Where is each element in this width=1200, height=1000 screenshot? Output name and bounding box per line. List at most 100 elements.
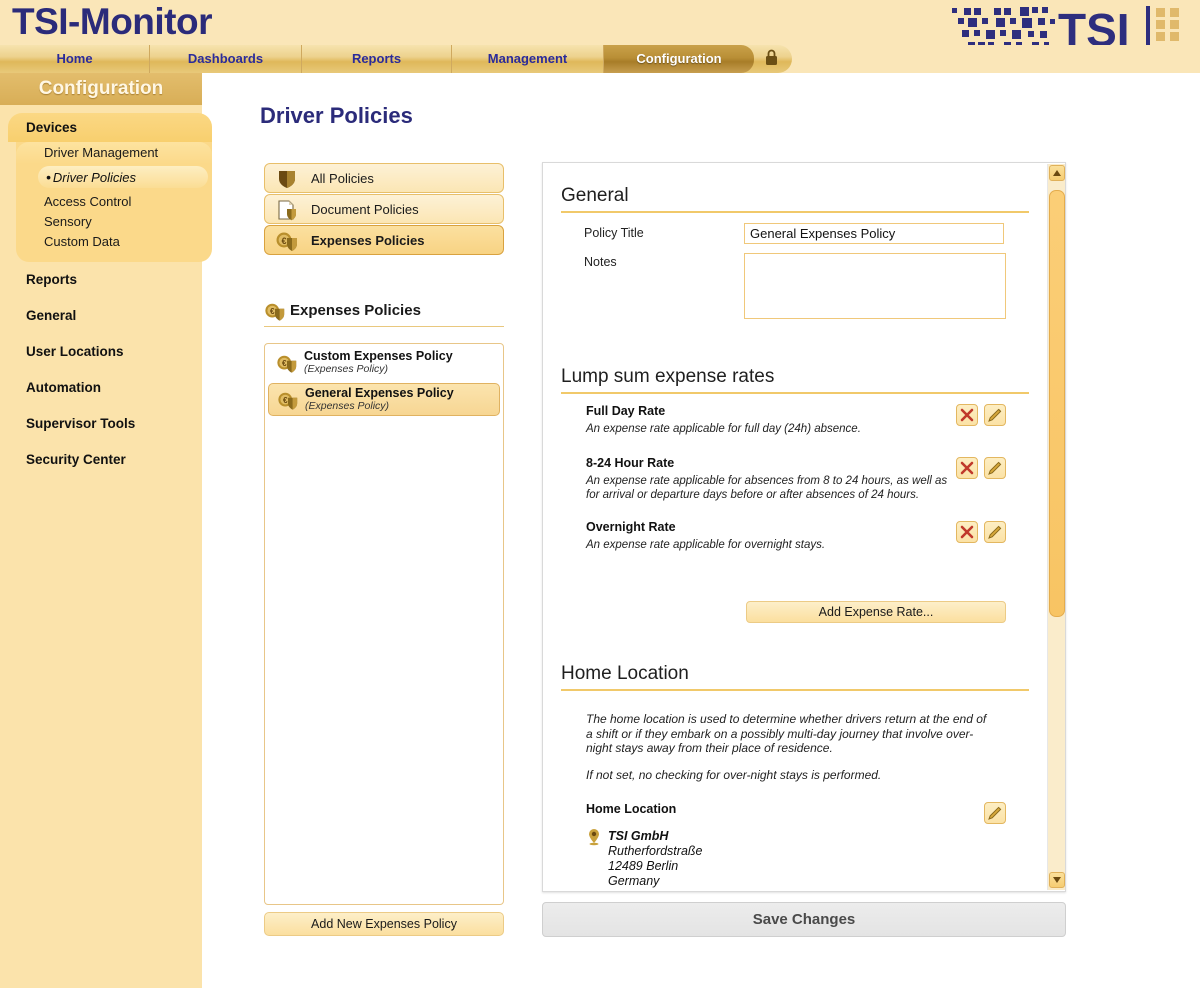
sidebar-group-devices: Devices Driver Management • Driver Polici… <box>8 113 212 262</box>
section-divider <box>561 689 1029 691</box>
lock-icon <box>752 45 792 73</box>
sidebar-item-user-locations[interactable]: User Locations <box>26 344 124 359</box>
rate-description: An expense rate applicable for overnight… <box>586 539 826 551</box>
tab-management[interactable]: Management <box>452 45 604 73</box>
expenses-shield-icon: € <box>278 392 298 410</box>
expenses-shield-icon: € <box>276 232 297 251</box>
list-item-subtitle: (Expenses Policy) <box>305 400 390 412</box>
selected-bullet-icon: • <box>46 169 51 185</box>
delete-rate-button[interactable] <box>956 521 978 543</box>
policy-type-expenses-policies-label: Expenses Policies <box>311 233 425 248</box>
main-navigation: Home Dashboards Reports Management Confi… <box>0 45 1200 73</box>
list-item-name: Custom Expenses Policy <box>304 349 453 363</box>
edit-pencil-icon <box>988 408 1002 422</box>
policy-title-input[interactable] <box>744 223 1004 244</box>
delete-x-icon <box>960 525 974 539</box>
sidebar-item-automation[interactable]: Automation <box>26 380 101 395</box>
home-location-name: TSI GmbH <box>608 829 669 843</box>
edit-rate-button[interactable] <box>984 457 1006 479</box>
rate-name: Full Day Rate <box>586 404 666 418</box>
svg-text:€: € <box>281 236 286 246</box>
scrollbar-thumb[interactable] <box>1049 190 1065 617</box>
section-divider <box>561 392 1029 394</box>
policy-type-all-policies-label: All Policies <box>311 171 374 186</box>
chevron-up-icon <box>1053 170 1061 176</box>
map-pin-icon <box>589 829 599 846</box>
tab-dashboards[interactable]: Dashboards <box>150 45 302 73</box>
save-changes-button[interactable]: Save Changes <box>542 902 1066 937</box>
heading-divider <box>264 326 504 327</box>
sidebar-item-driver-policies-label: Driver Policies <box>52 170 136 185</box>
rate-description: An expense rate applicable for full day … <box>586 423 861 435</box>
sidebar-item-supervisor-tools[interactable]: Supervisor Tools <box>26 416 135 431</box>
sidebar-item-driver-policies[interactable]: • Driver Policies <box>38 166 208 188</box>
edit-rate-button[interactable] <box>984 521 1006 543</box>
home-location-city: 12489 Berlin <box>608 859 679 873</box>
policy-type-document-policies[interactable]: Document Policies <box>264 194 504 224</box>
list-item[interactable]: € General Expenses Policy (Expenses Poli… <box>268 383 500 416</box>
tsi-logo: TSI <box>952 4 1179 50</box>
section-heading-lump-sum-rates: Lump sum expense rates <box>561 366 775 387</box>
delete-rate-button[interactable] <box>956 457 978 479</box>
app-brand-title: TSI-Monitor <box>12 1 213 42</box>
shield-icon <box>279 171 295 188</box>
sidebar-item-reports[interactable]: Reports <box>26 272 77 287</box>
sidebar-item-sensory[interactable]: Sensory <box>16 212 212 232</box>
edit-pencil-icon <box>988 461 1002 475</box>
svg-text:€: € <box>283 396 288 405</box>
policy-detail-panel: General Policy Title Notes Lump sum expe… <box>542 162 1066 892</box>
tab-home[interactable]: Home <box>0 45 150 73</box>
delete-rate-button[interactable] <box>956 404 978 426</box>
delete-x-icon <box>960 461 974 475</box>
notes-textarea[interactable] <box>744 253 1006 319</box>
sidebar-item-access-control[interactable]: Access Control <box>16 192 212 212</box>
add-new-expenses-policy-button[interactable]: Add New Expenses Policy <box>264 912 504 936</box>
section-heading-general: General <box>561 185 629 206</box>
tab-reports[interactable]: Reports <box>302 45 452 73</box>
svg-text:€: € <box>270 307 275 316</box>
edit-pencil-icon <box>988 806 1002 820</box>
tab-configuration[interactable]: Configuration <box>604 45 754 73</box>
notes-label: Notes <box>584 255 617 269</box>
policy-list-heading-label: Expenses Policies <box>290 302 421 319</box>
section-divider <box>561 211 1029 213</box>
rate-name: 8-24 Hour Rate <box>586 456 675 470</box>
expenses-shield-icon: € <box>265 303 285 321</box>
home-location-country: Germany <box>608 874 660 888</box>
chevron-down-icon <box>1053 877 1061 883</box>
sidebar-item-general[interactable]: General <box>26 308 76 323</box>
policy-type-document-policies-label: Document Policies <box>311 202 419 217</box>
home-location-paragraph-2: If not set, no checking for over-night s… <box>586 768 882 782</box>
sidebar-item-devices[interactable]: Devices <box>8 113 212 142</box>
sidebar-item-driver-management[interactable]: Driver Management <box>16 142 212 164</box>
document-shield-icon <box>278 200 296 221</box>
policy-list: € Custom Expenses Policy (Expenses Polic… <box>264 343 504 905</box>
home-location-paragraph-1: The home location is used to determine w… <box>586 712 987 755</box>
policy-type-all-policies[interactable]: All Policies <box>264 163 504 193</box>
page-title: Driver Policies <box>260 103 413 128</box>
edit-home-location-button[interactable] <box>984 802 1006 824</box>
add-expense-rate-button[interactable]: Add Expense Rate... <box>746 601 1006 623</box>
section-heading-home-location: Home Location <box>561 663 689 684</box>
edit-pencil-icon <box>988 525 1002 539</box>
home-location-field-label: Home Location <box>586 802 677 816</box>
list-item-subtitle: (Expenses Policy) <box>304 363 389 375</box>
nav-tab-strip: Home Dashboards Reports Management Confi… <box>0 45 792 73</box>
scroll-down-button[interactable] <box>1049 872 1065 888</box>
sidebar-item-custom-data[interactable]: Custom Data <box>16 232 212 252</box>
list-item[interactable]: € Custom Expenses Policy (Expenses Polic… <box>268 347 500 380</box>
sidebar-item-security-center[interactable]: Security Center <box>26 452 126 467</box>
svg-text:€: € <box>282 359 287 368</box>
sidebar-devices-body: Driver Management • Driver Policies Acces… <box>16 142 212 262</box>
rate-description: An expense rate applicable for absences … <box>586 475 948 501</box>
delete-x-icon <box>960 408 974 422</box>
app-header: TSI-Monitor TSI <box>0 0 1200 50</box>
sidebar-title: Configuration <box>0 73 202 105</box>
expenses-shield-icon: € <box>277 355 297 373</box>
home-location-street: Rutherfordstraße <box>608 844 703 858</box>
edit-rate-button[interactable] <box>984 404 1006 426</box>
scroll-up-button[interactable] <box>1049 165 1065 181</box>
detail-scrollbar[interactable] <box>1047 164 1065 890</box>
svg-text:TSI: TSI <box>1058 4 1130 50</box>
policy-type-expenses-policies[interactable]: € Expenses Policies <box>264 225 504 255</box>
